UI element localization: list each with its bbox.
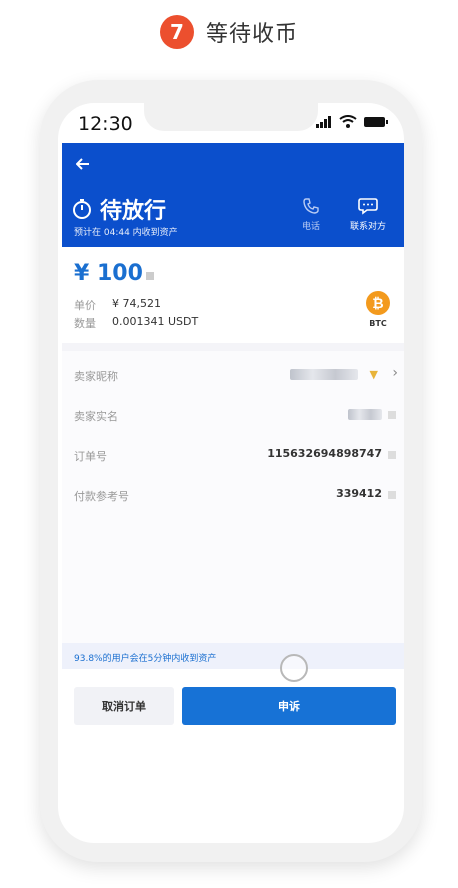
page-title: 待放行 <box>100 199 167 224</box>
payment-ref-label: 付款参考号 <box>74 490 129 503</box>
badge-icon: ▼ <box>369 368 378 381</box>
redacted-nickname <box>290 369 358 380</box>
battery-icon <box>364 116 388 127</box>
price-row: 单价 ¥ 74,521 <box>74 297 161 313</box>
payment-ref-row: 付款参考号 339412 <box>62 475 404 515</box>
seller-realname-label: 卖家实名 <box>74 410 118 423</box>
notice-banner: 93.8%的用户会在5分钟内收到资产 <box>62 643 404 669</box>
status-bar: 12:30 <box>58 103 404 143</box>
action-bar: 取消订单 申诉 <box>62 669 404 739</box>
app-header: 待放行 预计在 04:44 内收到资产 电话 联系对方 <box>62 143 404 247</box>
cancel-order-button[interactable]: 取消订单 <box>74 687 174 725</box>
coin-label: BTC <box>369 319 387 328</box>
order-number-value: 115632694898747 <box>267 447 382 460</box>
contact-label: 联系对方 <box>350 222 387 232</box>
step-title: 等待收币 <box>205 22 298 47</box>
call-label: 电话 <box>302 222 321 232</box>
wifi-icon <box>339 115 357 128</box>
quantity-value: 0.001341 USDT <box>112 315 199 328</box>
back-button[interactable] <box>70 151 96 177</box>
phone-icon <box>303 198 319 214</box>
order-number-row: 订单号 115632694898747 <box>62 435 404 475</box>
quantity-row: 数量 0.001341 USDT <box>74 315 198 331</box>
order-amount: ¥ 100 <box>74 261 143 286</box>
seller-nickname-row[interactable]: 卖家昵称 ▼ › <box>62 355 404 395</box>
chevron-right-icon: › <box>392 365 398 381</box>
step-header: 7 等待收币 <box>0 14 458 50</box>
contact-button[interactable]: 联系对方 <box>350 197 386 232</box>
redacted-realname <box>348 409 382 420</box>
coin-badge: ₿ BTC <box>366 291 390 328</box>
order-number-label: 订单号 <box>74 450 107 463</box>
amount-section: ¥ 100 单价 ¥ 74,521 数量 0.001341 USDT ₿ BTC <box>62 247 404 343</box>
step-number-badge: 7 <box>159 15 194 49</box>
section-divider <box>62 343 404 351</box>
price-value: ¥ 74,521 <box>112 297 161 310</box>
copy-icon[interactable] <box>388 491 396 499</box>
seller-nickname-label: 卖家昵称 <box>74 370 118 383</box>
touch-indicator <box>280 654 308 682</box>
eta-subtitle: 预计在 04:44 内收到资产 <box>74 228 178 238</box>
call-button[interactable]: 电话 <box>302 197 320 232</box>
copy-icon[interactable] <box>388 451 396 459</box>
status-time: 12:30 <box>78 113 133 135</box>
order-details: 卖家昵称 ▼ › 卖家实名 订单号 115632694898747 付款参考号 … <box>62 351 404 643</box>
phone-screen: 12:30 待放行 预计在 04:44 内收到资产 电话 联系对方 ¥ 100 … <box>58 103 404 843</box>
bitcoin-icon: ₿ <box>366 291 390 315</box>
payment-ref-value: 339412 <box>336 487 382 500</box>
copy-icon[interactable] <box>146 272 154 280</box>
back-arrow-icon <box>76 158 89 170</box>
title-row: 待放行 <box>72 193 166 225</box>
chat-icon <box>358 198 378 215</box>
seller-realname-row: 卖家实名 <box>62 395 404 435</box>
quantity-label: 数量 <box>74 317 96 330</box>
copy-icon[interactable] <box>388 411 396 419</box>
signal-icon <box>316 115 331 128</box>
price-label: 单价 <box>74 299 96 312</box>
stopwatch-icon <box>73 199 91 219</box>
notice-text: 93.8%的用户会在5分钟内收到资产 <box>74 654 217 664</box>
status-icons <box>316 115 388 128</box>
appeal-button[interactable]: 申诉 <box>182 687 396 725</box>
phone-notch <box>144 103 318 131</box>
